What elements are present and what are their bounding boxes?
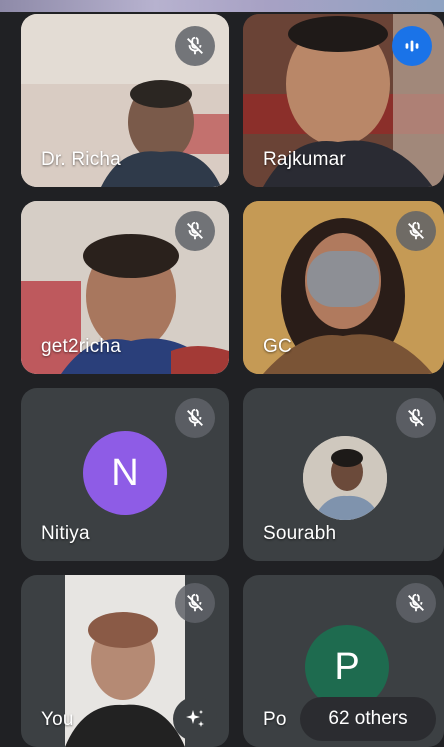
top-strip xyxy=(0,0,444,12)
participant-tile-get2richa[interactable]: get2richa xyxy=(21,201,229,374)
mic-off-icon-glyph xyxy=(408,221,424,240)
audio-levels-icon-glyph xyxy=(405,40,419,52)
mic-off-icon xyxy=(175,398,215,438)
avatar-photo xyxy=(303,436,387,520)
mic-off-icon xyxy=(396,583,436,623)
others-count-button[interactable]: 62 others xyxy=(300,697,436,741)
participant-name: GC xyxy=(263,336,292,357)
mic-off-icon-glyph xyxy=(187,36,203,55)
audio-levels-icon xyxy=(392,26,432,66)
mic-off-icon xyxy=(396,211,436,251)
mic-off-icon-glyph xyxy=(187,408,203,427)
participant-name: Rajkumar xyxy=(263,149,346,170)
avatar xyxy=(303,436,387,520)
participant-tile-sourabh[interactable]: Sourabh xyxy=(243,388,444,561)
mic-off-icon xyxy=(175,583,215,623)
self-video-feed xyxy=(65,575,185,747)
mic-off-icon-glyph xyxy=(408,408,424,427)
participant-name: You xyxy=(41,709,74,730)
participant-name: Dr. Richa xyxy=(41,149,121,170)
participant-name: get2richa xyxy=(41,336,121,357)
sparkle-icon xyxy=(186,710,204,727)
mic-off-icon-glyph xyxy=(187,221,203,240)
participant-tile-rajkumar[interactable]: Rajkumar xyxy=(243,14,444,187)
participant-name: Po xyxy=(263,709,287,730)
participant-name: Sourabh xyxy=(263,523,337,544)
avatar: N xyxy=(83,431,167,515)
mic-off-icon xyxy=(175,26,215,66)
participant-tile-gc[interactable]: GC xyxy=(243,201,444,374)
participant-tile-dr-richa[interactable]: Dr. Richa xyxy=(21,14,229,187)
mic-off-icon-glyph xyxy=(408,593,424,612)
others-count-label: 62 others xyxy=(328,708,408,729)
mic-off-icon xyxy=(175,211,215,251)
participant-tile-nitiya[interactable]: N Nitiya xyxy=(21,388,229,561)
mic-off-icon-glyph xyxy=(187,593,203,612)
effects-button[interactable] xyxy=(173,697,217,741)
participant-name: Nitiya xyxy=(41,523,90,544)
mic-off-icon xyxy=(396,398,436,438)
